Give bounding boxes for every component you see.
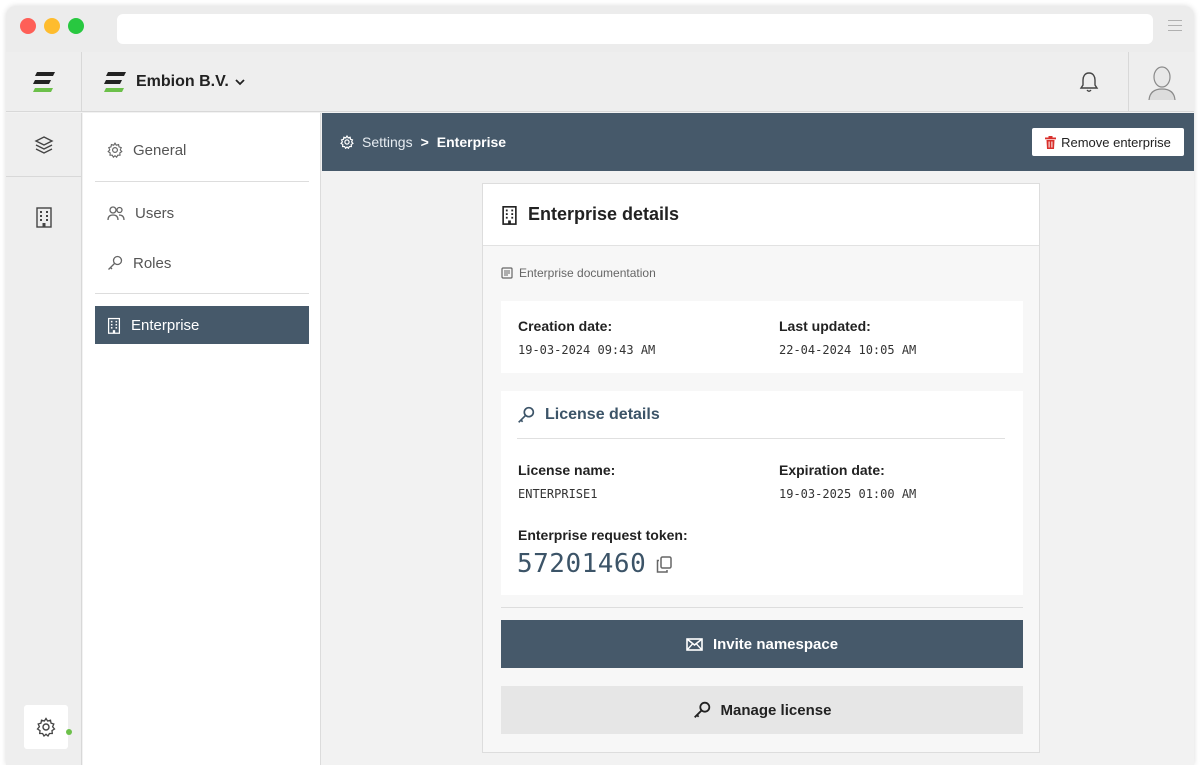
gear-icon — [36, 717, 56, 737]
user-avatar-icon — [1147, 66, 1176, 100]
sidebar-item-label: General — [133, 141, 187, 159]
invite-namespace-label: Invite namespace — [712, 635, 839, 653]
key-icon — [693, 701, 710, 718]
app-header: Embion B.V. — [6, 52, 1194, 112]
title-bar — [6, 6, 1194, 52]
org-switcher[interactable]: Embion B.V. — [104, 52, 245, 112]
creation-date-value: 19-03-2024 09:43 AM — [518, 343, 656, 357]
sidebar-item-roles[interactable]: Roles — [95, 244, 309, 282]
expiration-date-value: 19-03-2025 01:00 AM — [779, 487, 917, 501]
settings-sidebar: General Users Roles Enterprise — [83, 113, 321, 765]
license-name-value: ENTERPRISE1 — [518, 487, 598, 501]
rail-item-enterprise[interactable] — [6, 177, 82, 257]
sidebar-item-users[interactable]: Users — [95, 194, 309, 232]
dates-panel: Creation date: 19-03-2024 09:43 AM Last … — [501, 301, 1023, 373]
home-logo[interactable] — [6, 52, 82, 112]
breadcrumb-bar: Settings > Enterprise Remove enterprise — [322, 113, 1194, 171]
breadcrumb-settings-link[interactable]: Settings — [362, 134, 413, 150]
close-window-button[interactable] — [20, 18, 36, 34]
address-bar[interactable] — [117, 14, 1153, 44]
remove-enterprise-label: Remove enterprise — [1061, 134, 1171, 150]
breadcrumb-current: Enterprise — [436, 134, 507, 150]
rail-item-layers[interactable] — [6, 113, 82, 177]
enterprise-documentation-link[interactable]: Enterprise documentation — [501, 266, 656, 280]
license-header: License details — [517, 391, 1005, 439]
license-details-title: License details — [545, 405, 660, 423]
book-icon — [501, 267, 513, 279]
users-icon — [107, 206, 125, 221]
page-title: Enterprise details — [528, 204, 680, 224]
building-icon — [502, 205, 517, 225]
breadcrumb: Settings > Enterprise — [340, 113, 506, 171]
invite-namespace-button[interactable]: Invite namespace — [501, 620, 1023, 668]
browser-window: Embion B.V. General Users Roles Enterpri… — [6, 6, 1194, 765]
license-panel: License details License name: ENTERPRISE… — [501, 391, 1023, 595]
sidebar-divider — [95, 293, 309, 294]
embion-logo-icon — [104, 72, 126, 92]
copy-icon[interactable] — [656, 555, 672, 573]
last-updated-value: 22-04-2024 10:05 AM — [779, 343, 917, 357]
main-content: Enterprise details Enterprise documentat… — [322, 171, 1194, 765]
enterprise-details-card: Enterprise details Enterprise documentat… — [482, 183, 1040, 753]
online-status-dot — [66, 729, 72, 735]
key-icon — [518, 406, 535, 423]
layers-icon — [34, 135, 54, 154]
minimize-window-button[interactable] — [44, 18, 60, 34]
key-icon — [108, 255, 123, 270]
sidebar-divider — [95, 181, 309, 182]
icon-rail — [6, 113, 82, 765]
card-divider — [501, 607, 1023, 608]
bell-icon[interactable] — [1078, 70, 1100, 94]
maximize-window-button[interactable] — [68, 18, 84, 34]
breadcrumb-separator: > — [420, 134, 429, 150]
sidebar-item-general[interactable]: General — [95, 131, 309, 169]
sidebar-item-label: Users — [135, 204, 175, 222]
mail-icon — [686, 637, 703, 651]
expiration-date-label: Expiration date: — [779, 462, 885, 478]
browser-menu-icon[interactable] — [1168, 20, 1182, 32]
chevron-down-icon — [235, 79, 245, 86]
gear-icon — [107, 142, 123, 158]
doc-link-label: Enterprise documentation — [519, 266, 656, 280]
gear-icon — [340, 135, 354, 149]
embion-logo-icon — [32, 72, 55, 92]
trash-icon — [1045, 135, 1057, 149]
license-name-label: License name: — [518, 462, 616, 478]
creation-date-label: Creation date: — [518, 318, 613, 334]
request-token-value: 57201460 — [517, 549, 647, 579]
rail-settings-button[interactable] — [24, 705, 68, 749]
org-name: Embion B.V. — [136, 73, 229, 90]
last-updated-label: Last updated: — [779, 318, 871, 334]
sidebar-item-label: Enterprise — [131, 316, 200, 334]
manage-license-button[interactable]: Manage license — [501, 686, 1023, 734]
manage-license-label: Manage license — [720, 701, 832, 719]
sidebar-item-label: Roles — [133, 254, 172, 272]
building-icon — [107, 317, 121, 334]
card-header: Enterprise details — [483, 184, 1039, 246]
request-token: 57201460 — [517, 549, 672, 579]
sidebar-item-enterprise[interactable]: Enterprise — [95, 306, 309, 344]
remove-enterprise-button[interactable]: Remove enterprise — [1032, 128, 1184, 156]
building-icon — [36, 207, 52, 228]
request-token-label: Enterprise request token: — [518, 527, 688, 543]
user-menu[interactable] — [1128, 52, 1194, 112]
